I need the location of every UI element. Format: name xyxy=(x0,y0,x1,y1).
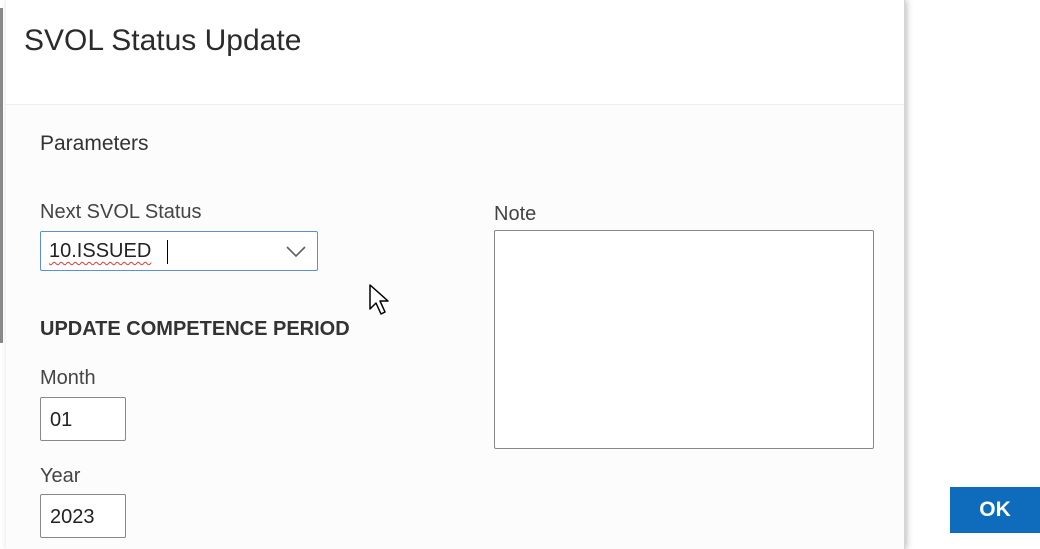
ok-button[interactable]: OK xyxy=(950,487,1040,533)
text-caret xyxy=(167,240,168,264)
year-value: 2023 xyxy=(50,506,95,528)
competence-period-heading: UPDATE COMPETENCE PERIOD xyxy=(40,318,350,340)
month-value: 01 xyxy=(50,409,73,431)
next-status-select[interactable]: 10.ISSUED xyxy=(40,231,318,271)
next-status-value: 10.ISSUED xyxy=(49,240,152,262)
chevron-down-icon[interactable] xyxy=(285,242,307,260)
year-input[interactable]: 2023 xyxy=(40,494,126,538)
background-window-edge xyxy=(0,8,3,343)
dialog-header: SVOL Status Update xyxy=(6,0,904,100)
month-label: Month xyxy=(40,367,96,389)
status-update-dialog: SVOL Status Update Parameters Next SVOL … xyxy=(6,0,905,549)
dialog-title: SVOL Status Update xyxy=(24,24,302,57)
parameters-section-title: Parameters xyxy=(40,132,149,155)
note-label: Note xyxy=(494,203,537,225)
year-label: Year xyxy=(40,465,81,487)
note-textarea[interactable] xyxy=(494,230,874,449)
mouse-pointer-icon xyxy=(369,284,389,315)
next-status-label: Next SVOL Status xyxy=(40,201,202,223)
month-input[interactable]: 01 xyxy=(40,397,126,441)
